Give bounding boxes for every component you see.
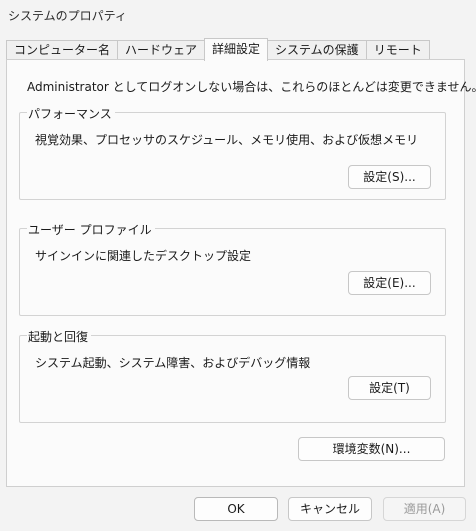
performance-description: 視覚効果、プロセッサのスケジュール、メモリ使用、および仮想メモリ (35, 133, 419, 147)
cancel-button[interactable]: キャンセル (288, 497, 372, 521)
user-profile-group: ユーザー プロファイル サインインに関連したデスクトップ設定 設定(E)... (19, 221, 446, 316)
tab-computer-name[interactable]: コンピューター名 (6, 40, 119, 60)
tab-hardware[interactable]: ハードウェア (117, 40, 206, 60)
user-profile-description: サインインに関連したデスクトップ設定 (35, 249, 252, 263)
tab-system-protection[interactable]: システムの保護 (267, 40, 367, 60)
ok-button[interactable]: OK (194, 497, 278, 521)
performance-group-label: パフォーマンス (27, 105, 115, 122)
startup-recovery-settings-button[interactable]: 設定(T) (348, 376, 431, 400)
startup-recovery-description: システム起動、システム障害、およびデバッグ情報 (35, 356, 311, 370)
environment-variables-button[interactable]: 環境変数(N)... (298, 437, 445, 461)
title-bar[interactable]: システムのプロパティ (0, 0, 476, 30)
system-properties-window: システムのプロパティ コンピューター名 ハードウェア 詳細設定 システムの保護 … (0, 0, 476, 531)
startup-recovery-group-label: 起動と回復 (27, 328, 92, 345)
tab-advanced[interactable]: 詳細設定 (204, 38, 269, 61)
performance-group: パフォーマンス 視覚効果、プロセッサのスケジュール、メモリ使用、および仮想メモリ… (19, 105, 446, 200)
window-title: システムのプロパティ (8, 9, 127, 23)
user-profile-settings-button[interactable]: 設定(E)... (348, 271, 431, 295)
performance-settings-button[interactable]: 設定(S)... (348, 165, 431, 189)
tab-remote[interactable]: リモート (365, 40, 430, 60)
apply-button[interactable]: 適用(A) (383, 497, 466, 521)
startup-recovery-group: 起動と回復 システム起動、システム障害、およびデバッグ情報 設定(T) (19, 328, 446, 423)
advanced-tab-panel: Administrator としてログオンしない場合は、これらのほとんどは変更で… (6, 59, 476, 487)
admin-note: Administrator としてログオンしない場合は、これらのほとんどは変更で… (27, 80, 476, 94)
tab-strip: コンピューター名 ハードウェア 詳細設定 システムの保護 リモート (6, 38, 430, 61)
user-profile-group-label: ユーザー プロファイル (27, 221, 155, 238)
